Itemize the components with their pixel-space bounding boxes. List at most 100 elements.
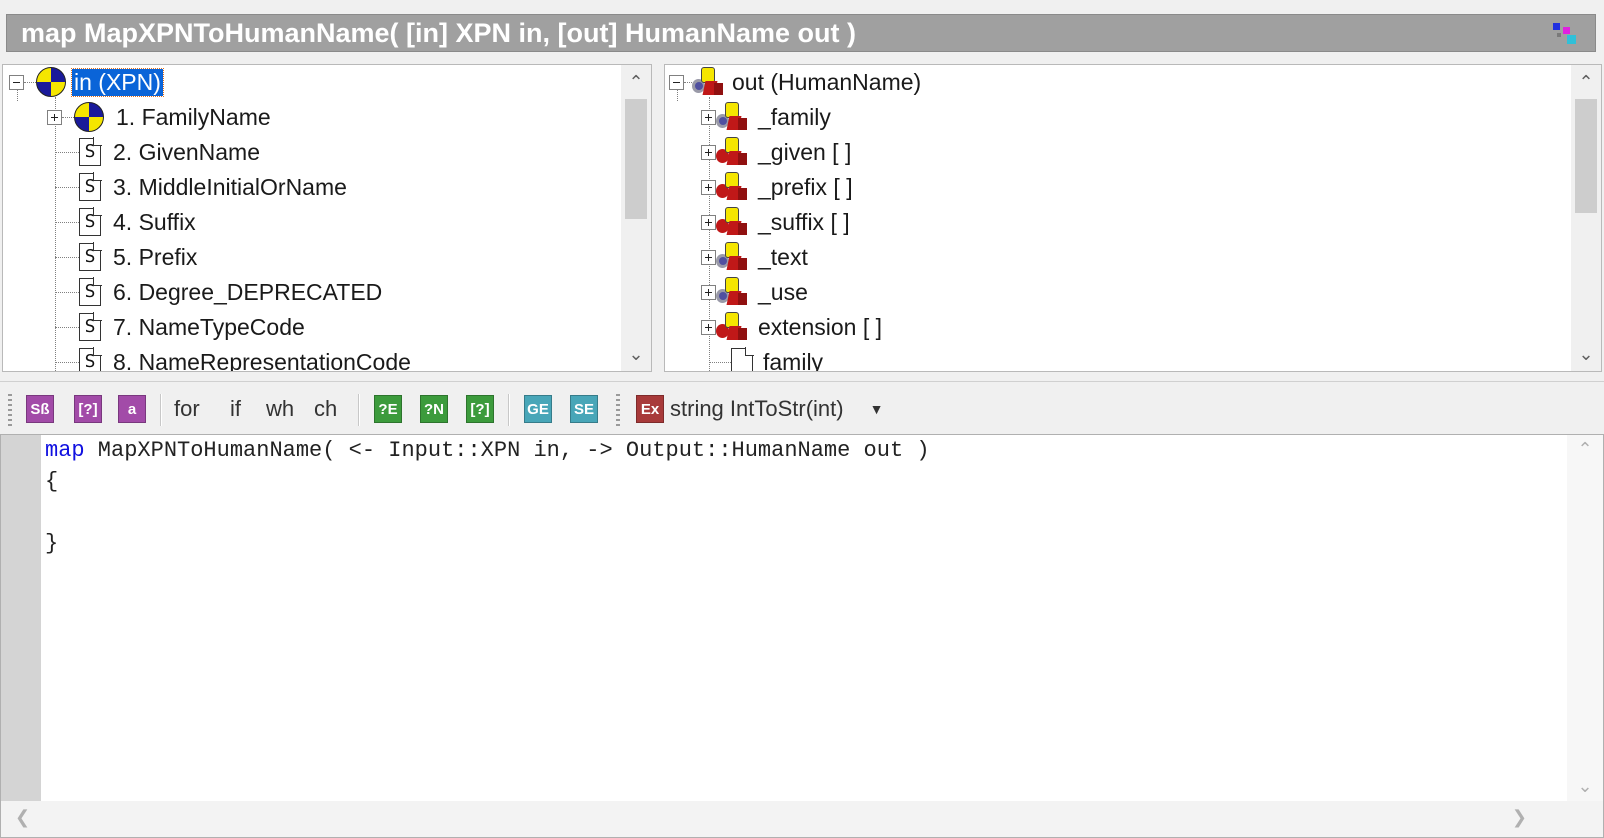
editor-vertical-scrollbar[interactable]: ⌃ ⌄: [1567, 435, 1603, 801]
editor-gutter: [1, 435, 41, 801]
input-tree-scrollbar[interactable]: ⌃ ⌄: [621, 65, 651, 371]
function-select[interactable]: string IntToStr(int) ▼: [670, 394, 883, 424]
map-title-bar: map MapXPNToHumanName( [in] XPN in, [out…: [6, 14, 1596, 52]
expand-icon[interactable]: [701, 284, 716, 300]
exists-button[interactable]: ?E: [374, 394, 402, 424]
a-icon: a: [118, 395, 146, 423]
tree-label-root: out (HumanName): [732, 68, 922, 95]
object-array-icon: [716, 207, 748, 237]
not-exists-button[interactable]: ?N: [420, 394, 448, 424]
code-area[interactable]: map MapXPNToHumanName( <- Input::XPN in,…: [45, 435, 1563, 559]
caret-down-icon[interactable]: ▼: [870, 401, 884, 417]
scroll-down-icon[interactable]: ⌄: [1571, 339, 1601, 369]
get-icon: GE: [524, 395, 552, 423]
string-field-icon: S: [79, 242, 102, 271]
tree-row-degree[interactable]: S 6. Degree_DEPRECATED: [55, 275, 382, 309]
string-field-icon: [731, 347, 754, 371]
object-array-icon: [716, 137, 748, 167]
while-button[interactable]: wh: [266, 394, 294, 424]
tree-row-name-representation-code[interactable]: S 8. NameRepresentationCode: [55, 345, 411, 372]
tree-row-family-name[interactable]: 1. FamilyName: [47, 100, 271, 134]
tree-row-suffix[interactable]: S 4. Suffix: [55, 205, 196, 239]
question-button[interactable]: [?]: [74, 394, 102, 424]
object-type-icon: [716, 242, 748, 272]
tree-row-use[interactable]: _use: [701, 275, 808, 309]
exists-icon: ?E: [374, 395, 402, 423]
scroll-down-icon[interactable]: ⌄: [621, 339, 651, 369]
tree-label: 2. GivenName: [113, 138, 261, 165]
expand-icon[interactable]: [701, 214, 716, 230]
scroll-right-icon[interactable]: ❯: [1512, 807, 1527, 828]
expand-icon[interactable]: [701, 144, 716, 160]
function-icon: Ex: [636, 395, 664, 423]
get-button[interactable]: GE: [524, 394, 552, 424]
collapse-icon[interactable]: [9, 74, 24, 90]
string-field-icon: S: [79, 277, 102, 306]
for-button[interactable]: for: [174, 394, 200, 424]
expand-icon[interactable]: [701, 179, 716, 195]
scroll-down-icon[interactable]: ⌄: [1567, 776, 1603, 797]
tree-label: 8. NameRepresentationCode: [113, 348, 411, 372]
string-field-icon: S: [79, 347, 102, 371]
scroll-left-icon[interactable]: ❮: [15, 807, 30, 828]
condition-button[interactable]: [?]: [466, 394, 494, 424]
a-button[interactable]: a: [118, 394, 146, 424]
code-text: MapXPNToHumanName( <- Input::XPN in, -> …: [84, 438, 930, 463]
choose-button[interactable]: ch: [314, 394, 337, 424]
output-tree-pane[interactable]: out (HumanName) _family _given [ ] _pref…: [664, 64, 1602, 372]
condition-icon: [?]: [466, 395, 494, 423]
tree-row-given[interactable]: _given [ ]: [701, 135, 851, 169]
tree-row-middle-initial[interactable]: S 3. MiddleInitialOrName: [55, 170, 347, 204]
tree-row-prefix[interactable]: _prefix [ ]: [701, 170, 853, 204]
code-editor[interactable]: map MapXPNToHumanName( <- Input::XPN in,…: [0, 434, 1604, 838]
code-keyword: map: [45, 438, 85, 463]
tree-label: family: [763, 348, 824, 372]
collapse-icon[interactable]: [669, 74, 684, 90]
code-toolbar: Sß [?] a for if wh ch ?E ?N [?] GE SE Ex…: [0, 386, 1604, 432]
function-button[interactable]: Ex: [636, 394, 664, 424]
restore-window-icon[interactable]: [1551, 21, 1581, 47]
input-tree-pane[interactable]: in (XPN) 1. FamilyName S 2. GivenName S …: [2, 64, 652, 372]
expand-icon[interactable]: [701, 319, 716, 335]
not-exists-icon: ?N: [420, 395, 448, 423]
tree-row-name-type-code[interactable]: S 7. NameTypeCode: [55, 310, 305, 344]
tree-row-given-name[interactable]: S 2. GivenName: [55, 135, 260, 169]
scroll-up-icon[interactable]: ⌃: [1567, 439, 1603, 460]
scroll-thumb[interactable]: [1575, 99, 1597, 213]
expand-icon[interactable]: [701, 249, 716, 265]
set-button[interactable]: SE: [570, 394, 598, 424]
tree-label-root: in (XPN): [71, 67, 164, 97]
tree-row-prefix[interactable]: S 5. Prefix: [55, 240, 197, 274]
tree-row-suffix[interactable]: _suffix [ ]: [701, 205, 850, 239]
scroll-thumb[interactable]: [625, 99, 647, 219]
toolbar-grip[interactable]: [616, 394, 620, 426]
object-array-icon: [716, 172, 748, 202]
string-field-icon: S: [79, 172, 102, 201]
tree-label: _text: [758, 243, 808, 270]
object-type-icon: [716, 277, 748, 307]
compound-type-icon: [36, 67, 66, 97]
tree-row-family[interactable]: _family: [701, 100, 831, 134]
tree-row-out-root[interactable]: out (HumanName): [669, 65, 921, 99]
if-button[interactable]: if: [230, 394, 241, 424]
scroll-up-icon[interactable]: ⌃: [621, 67, 651, 97]
code-line: {: [45, 466, 1563, 497]
expand-icon[interactable]: [701, 109, 716, 125]
tree-label: _use: [758, 278, 808, 305]
code-line: }: [45, 528, 1563, 559]
tree-row-in-root[interactable]: in (XPN): [9, 65, 164, 99]
tree-row-extension[interactable]: extension [ ]: [701, 310, 882, 344]
expand-icon[interactable]: [47, 109, 62, 125]
pane-splitter[interactable]: [0, 372, 1604, 382]
sb-icon: Sß: [26, 395, 54, 423]
scroll-up-icon[interactable]: ⌃: [1571, 67, 1601, 97]
tree-row-family-string[interactable]: family: [709, 345, 824, 372]
editor-horizontal-scrollbar[interactable]: ❮ ❯: [1, 801, 1603, 837]
toolbar-grip[interactable]: [8, 394, 12, 426]
tree-row-text[interactable]: _text: [701, 240, 808, 274]
sb-button[interactable]: Sß: [26, 394, 54, 424]
function-label: string IntToStr(int): [670, 396, 844, 421]
tree-label: _given [ ]: [758, 138, 852, 165]
output-tree-scrollbar[interactable]: ⌃ ⌄: [1571, 65, 1601, 371]
